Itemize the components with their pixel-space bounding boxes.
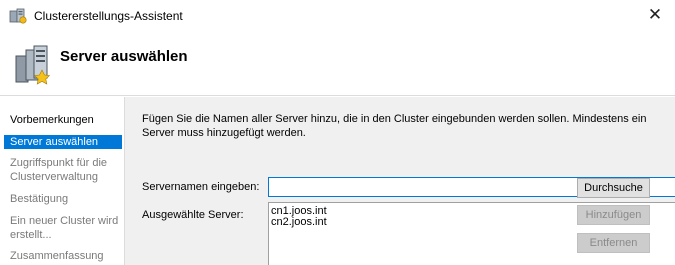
nav-step-cluster-erstellen[interactable]: Ein neuer Cluster wird erstellt... bbox=[10, 214, 122, 242]
selected-servers-label: Ausgewählte Server: bbox=[142, 209, 244, 221]
add-server-button[interactable]: Hinzufügen bbox=[577, 205, 650, 225]
remove-server-button[interactable]: Entfernen bbox=[577, 233, 650, 253]
wizard-step-nav: Vorbemerkungen Server auswählen Zugriffs… bbox=[0, 97, 124, 265]
nav-step-bestaetigung[interactable]: Bestätigung bbox=[10, 192, 122, 206]
server-name-label: Servernamen eingeben: bbox=[142, 181, 260, 193]
browse-button[interactable]: Durchsuche bbox=[577, 178, 650, 198]
window-title: Clustererstellungs-Assistent bbox=[34, 9, 183, 23]
close-button[interactable]: ✕ bbox=[643, 4, 667, 28]
nav-step-server-auswaehlen[interactable]: Server auswählen bbox=[4, 135, 122, 149]
close-icon: ✕ bbox=[647, 5, 663, 24]
cluster-wizard-app-icon bbox=[9, 8, 27, 24]
wizard-header: Server auswählen bbox=[0, 32, 675, 96]
title-bar: Clustererstellungs-Assistent ✕ bbox=[0, 0, 675, 32]
server-cluster-icon bbox=[15, 45, 50, 85]
nav-step-zugriffspunkt[interactable]: Zugriffspunkt für die Clusterverwaltung bbox=[10, 156, 122, 184]
nav-step-zusammenfassung[interactable]: Zusammenfassung bbox=[10, 249, 122, 263]
nav-step-vorbemerkungen[interactable]: Vorbemerkungen bbox=[10, 113, 122, 127]
intro-text: Fügen Sie die Namen aller Server hinzu, … bbox=[142, 113, 647, 139]
wizard-content: Fügen Sie die Namen aller Server hinzu, … bbox=[124, 97, 675, 265]
page-title: Server auswählen bbox=[60, 48, 188, 65]
